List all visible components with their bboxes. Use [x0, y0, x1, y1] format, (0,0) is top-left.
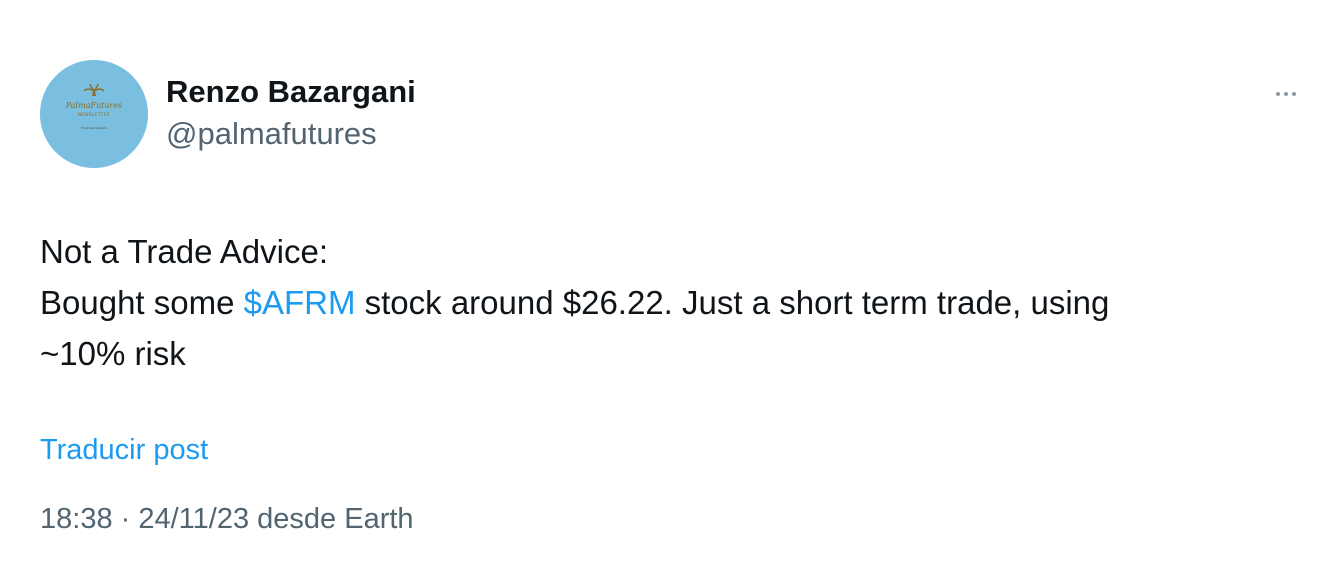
palma-futures-logo: PalmaFutures NEWSLETTER Financial Market… — [40, 60, 148, 168]
more-horizontal-icon — [1276, 92, 1280, 96]
tweet-card: PalmaFutures NEWSLETTER Financial Market… — [0, 0, 1343, 567]
tweet-metadata: 18:38 · 24/11/23 desde Earth — [40, 503, 414, 536]
cashtag-link[interactable]: $AFRM — [244, 284, 356, 321]
more-options-button[interactable] — [1266, 82, 1306, 106]
author-handle[interactable]: @palmafutures — [166, 116, 377, 152]
tweet-date[interactable]: 24/11/23 — [138, 503, 249, 535]
translate-post-link[interactable]: Traducir post — [40, 434, 208, 467]
meta-separator: · — [112, 503, 139, 535]
more-horizontal-icon — [1292, 92, 1296, 96]
tweet-time[interactable]: 18:38 — [40, 503, 113, 535]
tweet-source: desde Earth — [249, 503, 414, 535]
avatar[interactable]: PalmaFutures NEWSLETTER Financial Market… — [40, 60, 148, 168]
logo-title: PalmaFutures — [65, 101, 122, 110]
tweet-text-segment: stock around $26.22. Just a short term t… — [355, 284, 1110, 321]
logo-tagline: Financial Markets — [81, 126, 107, 130]
logo-subtitle: NEWSLETTER — [78, 112, 110, 117]
tweet-line-3: ~10% risk — [40, 335, 186, 372]
tweet-text-segment: Bought some — [40, 284, 244, 321]
tweet-line-1: Not a Trade Advice: — [40, 233, 328, 270]
more-horizontal-icon — [1284, 92, 1288, 96]
tweet-text: Not a Trade Advice: Bought some $AFRM st… — [40, 226, 1300, 379]
author-name[interactable]: Renzo Bazargani — [166, 74, 416, 110]
tweet-line-2: Bought some $AFRM stock around $26.22. J… — [40, 277, 1300, 328]
